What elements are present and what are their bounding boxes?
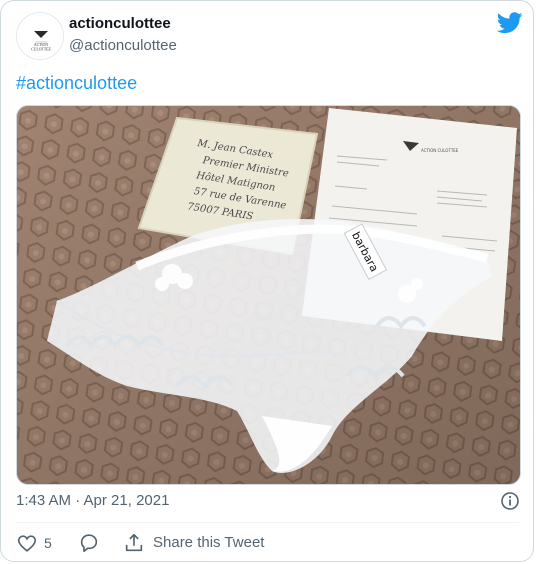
tweet-photo[interactable]: M. Jean Castex Premier Ministre Hôtel Ma… [16, 105, 521, 485]
tweet-card: ACTION CULOTTEE actionculottee @actioncu… [0, 0, 534, 562]
photo-illustration: M. Jean Castex Premier Ministre Hôtel Ma… [17, 106, 520, 484]
info-icon[interactable] [500, 491, 520, 511]
share-tweet-button[interactable]: Share this Tweet [153, 534, 264, 551]
avatar-text-bottom: CULOTTEE [31, 48, 51, 52]
reply-bubble-icon[interactable] [78, 532, 100, 554]
display-name[interactable]: actionculottee [69, 15, 171, 32]
twitter-bird-icon[interactable] [497, 12, 523, 34]
hashtag-link[interactable]: #actionculottee [16, 73, 137, 94]
tweet-timestamp[interactable]: 1:43 AM · Apr 21, 2021 [16, 492, 169, 509]
avatar-logo-icon: ACTION CULOTTEE [17, 13, 63, 59]
divider [16, 522, 519, 523]
avatar[interactable]: ACTION CULOTTEE [16, 12, 64, 60]
heart-icon[interactable] [16, 532, 38, 554]
share-upload-icon[interactable] [123, 532, 145, 554]
user-handle[interactable]: @actionculottee [69, 37, 177, 54]
like-count[interactable]: 5 [44, 535, 52, 551]
avatar-text-top: ACTION [34, 43, 49, 47]
letter-header: ACTION CULOTTEE [421, 148, 459, 153]
